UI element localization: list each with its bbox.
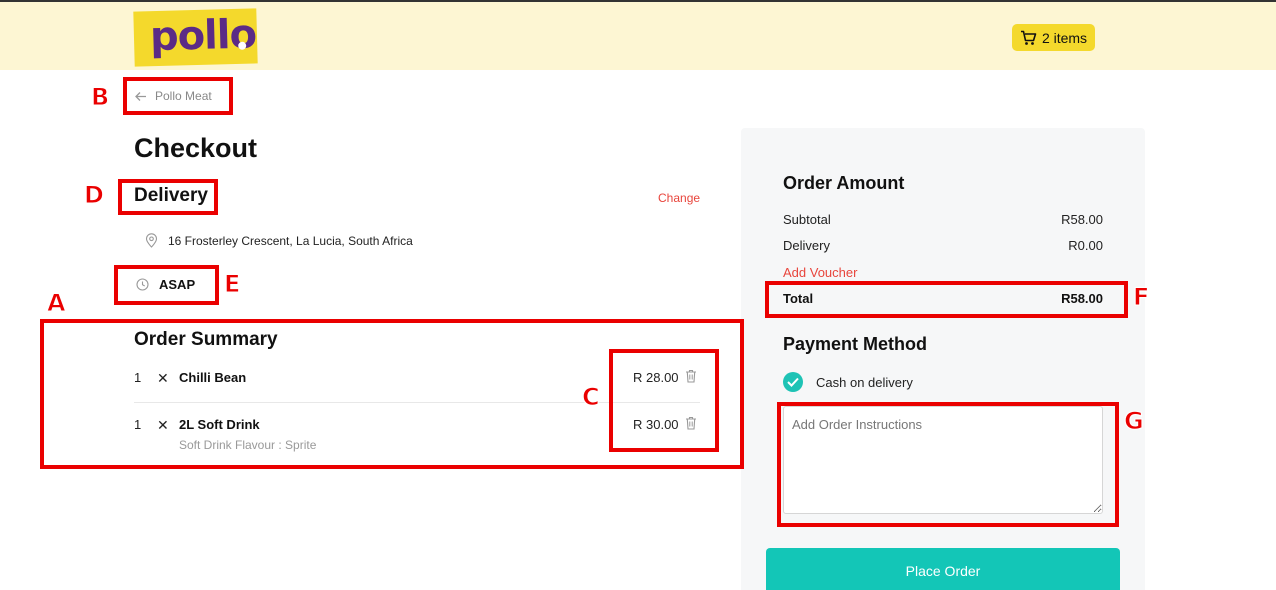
checkout-page: pollo 2 items Pollo Meat Checkout Delive…: [0, 0, 1276, 590]
arrow-left-icon: [135, 91, 146, 101]
add-voucher-link[interactable]: Add Voucher: [783, 265, 857, 280]
times-icon: ✕: [157, 417, 169, 433]
annotation-label-d: D: [84, 181, 105, 210]
times-icon: ✕: [157, 370, 169, 386]
item-quantity: 1: [134, 417, 142, 432]
cart-button[interactable]: 2 items: [1012, 24, 1095, 51]
subtotal-value: R58.00: [1061, 212, 1103, 227]
annotation-label-b: B: [90, 83, 110, 112]
delivery-fee-value: R0.00: [1068, 238, 1103, 253]
clock-icon: [136, 278, 149, 291]
annotation-label-c: C: [582, 383, 601, 412]
delivery-time-label: ASAP: [159, 277, 196, 292]
payment-method-label: Cash on delivery: [816, 374, 913, 390]
check-circle-icon[interactable]: [783, 372, 803, 392]
delivery-address: 16 Frosterley Crescent, La Lucia, South …: [145, 233, 413, 248]
payment-option-cash[interactable]: Cash on delivery: [783, 372, 913, 392]
order-amount-panel: Order Amount Subtotal R58.00 Delivery R0…: [741, 128, 1145, 590]
trash-icon[interactable]: [685, 369, 697, 383]
delivery-fee-label: Delivery: [783, 238, 830, 253]
address-text: 16 Frosterley Crescent, La Lucia, South …: [168, 233, 413, 248]
place-order-button[interactable]: Place Order: [766, 548, 1120, 590]
site-header: pollo 2 items: [0, 2, 1276, 70]
logo-text: pollo: [149, 11, 257, 61]
item-name: 2L Soft Drink: [179, 417, 260, 432]
order-instructions-input[interactable]: [783, 406, 1103, 514]
item-price: R 28.00: [633, 370, 679, 385]
trash-icon[interactable]: [685, 416, 697, 430]
annotation-label-f: F: [1132, 283, 1150, 312]
total-row: Total R58.00: [783, 291, 1103, 306]
order-amount-heading: Order Amount: [783, 173, 905, 193]
pollo-logo[interactable]: pollo: [133, 8, 258, 67]
subtotal-label: Subtotal: [783, 212, 831, 227]
total-label: Total: [783, 291, 814, 306]
order-item: 1 ✕ Chilli Bean R 28.00: [134, 369, 700, 403]
item-option: Soft Drink Flavour : Sprite: [179, 438, 317, 452]
delivery-time-selector[interactable]: ASAP: [136, 277, 195, 292]
order-summary-heading: Order Summary: [134, 329, 278, 350]
annotation-label-g: G: [1124, 407, 1145, 436]
total-value: R58.00: [1061, 291, 1103, 306]
back-link-label: Pollo Meat: [155, 89, 212, 103]
cart-icon: [1020, 30, 1037, 45]
annotation-label-e: E: [223, 270, 241, 299]
item-name: Chilli Bean: [179, 370, 247, 385]
delivery-heading: Delivery: [134, 185, 208, 206]
back-link[interactable]: Pollo Meat: [134, 89, 212, 103]
item-price: R 30.00: [633, 417, 679, 432]
subtotal-row: Subtotal R58.00: [783, 212, 1103, 227]
annotation-label-a: A: [47, 289, 67, 318]
change-delivery-link[interactable]: Change: [658, 191, 700, 205]
cart-count-label: 2 items: [1041, 29, 1088, 46]
order-item: 1 ✕ 2L Soft Drink Soft Drink Flavour : S…: [134, 416, 700, 456]
location-pin-icon: [145, 233, 158, 248]
payment-method-heading: Payment Method: [783, 334, 928, 354]
page-title: Checkout: [134, 133, 258, 163]
delivery-fee-row: Delivery R0.00: [783, 238, 1103, 253]
item-quantity: 1: [134, 370, 142, 385]
